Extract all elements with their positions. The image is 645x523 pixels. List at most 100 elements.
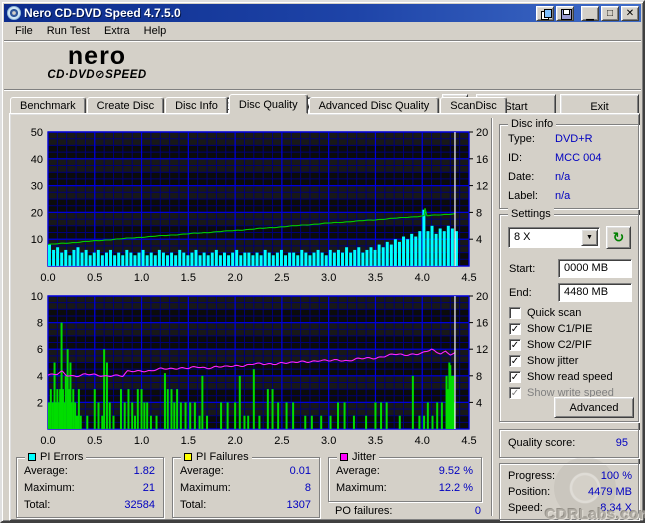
pif-total-label: Total: xyxy=(180,499,207,511)
tab-advanced-disc-quality[interactable]: Advanced Disc Quality xyxy=(308,97,440,114)
app-cd-icon xyxy=(7,6,21,20)
tab-create-disc[interactable]: Create Disc xyxy=(86,97,165,114)
tab-scandisc[interactable]: ScanDisc xyxy=(440,97,507,114)
pi-failures-swatch-icon xyxy=(184,453,192,461)
progress-label: Progress: xyxy=(508,470,556,482)
position-label: Position: xyxy=(508,486,551,498)
panel-divider xyxy=(491,118,493,516)
pif-maximum-value: 8 xyxy=(304,482,311,494)
svg-text:16: 16 xyxy=(476,154,488,166)
refresh-icon: ↻ xyxy=(612,229,625,245)
svg-text:2.5: 2.5 xyxy=(274,435,289,447)
end-position-label: End: xyxy=(509,287,532,299)
refresh-button[interactable]: ↻ xyxy=(606,226,631,249)
disc-id-value: MCC 004 xyxy=(555,152,602,164)
pie-total-label: Total: xyxy=(24,499,51,511)
po-failures-row: PO failures: 0 xyxy=(335,505,481,517)
svg-text:4: 4 xyxy=(476,397,482,409)
svg-text:10: 10 xyxy=(31,291,43,303)
menu-extra[interactable]: Extra xyxy=(97,23,137,39)
close-icon: ✕ xyxy=(625,7,635,19)
svg-text:2.5: 2.5 xyxy=(274,272,289,284)
svg-text:40: 40 xyxy=(31,154,43,166)
checkbox-show-c1-pie[interactable]: ✓ Show C1/PIE xyxy=(509,323,592,335)
window-title: Nero CD-DVD Speed 4.7.5.0 xyxy=(24,6,181,20)
svg-text:0.5: 0.5 xyxy=(87,435,102,447)
tab-benchmark[interactable]: Benchmark xyxy=(10,97,86,114)
end-position-field[interactable]: 4480 MB xyxy=(558,283,632,302)
svg-text:2.0: 2.0 xyxy=(227,272,242,284)
minimize-button[interactable]: ▁ xyxy=(581,5,599,21)
position-value: 4479 MB xyxy=(587,486,632,498)
pif-total-value: 1307 xyxy=(286,499,311,511)
pie-total-value: 32584 xyxy=(124,499,155,511)
tab-strip: Benchmark Create Disc Disc Info Disc Qua… xyxy=(10,94,635,114)
jitter-maximum-label: Maximum: xyxy=(336,482,387,494)
jitter-average-value: 9.52 % xyxy=(438,465,473,477)
advanced-button[interactable]: Advanced xyxy=(554,397,634,418)
checkbox-show-read-speed[interactable]: ✓ Show read speed xyxy=(509,371,613,383)
maximize-button[interactable]: □ xyxy=(601,5,619,21)
cdrlabs-watermark: CDRLabs.com xyxy=(545,506,645,523)
tab-disc-info[interactable]: Disc Info xyxy=(165,97,228,114)
title-bar: Nero CD-DVD Speed 4.7.5.0 ▁ □ ✕ xyxy=(4,4,641,22)
pi-errors-legend: PI Errors xyxy=(25,451,87,463)
start-position-label: Start: xyxy=(509,263,536,275)
svg-text:0.0: 0.0 xyxy=(40,272,55,284)
disc-date-value: n/a xyxy=(555,171,571,183)
tab-disc-quality[interactable]: Disc Quality xyxy=(228,94,308,114)
minimize-icon: ▁ xyxy=(586,10,594,21)
speed-label: Speed: xyxy=(508,502,543,514)
disc-id-label: ID: xyxy=(508,152,523,164)
settings-group: Settings 8 X ▼ ↻ Start: 0000 MB End: 448… xyxy=(499,208,639,422)
menu-file[interactable]: File xyxy=(8,23,40,39)
svg-text:8: 8 xyxy=(476,371,482,383)
checkbox-show-c2-pif[interactable]: ✓ Show C2/PIF xyxy=(509,339,592,351)
svg-text:20: 20 xyxy=(476,291,488,303)
pif-maximum-label: Maximum: xyxy=(180,482,231,494)
svg-text:30: 30 xyxy=(31,181,43,193)
svg-text:50: 50 xyxy=(31,127,43,139)
svg-text:4.5: 4.5 xyxy=(461,272,476,284)
progress-value: 100 % xyxy=(600,470,632,482)
svg-text:4: 4 xyxy=(37,371,43,383)
menu-run-test[interactable]: Run Test xyxy=(40,23,97,39)
checkbox-show-jitter[interactable]: ✓ Show jitter xyxy=(509,355,578,367)
checkbox-quick-scan[interactable]: Quick scan xyxy=(509,307,581,319)
checkbox-icon: ✓ xyxy=(509,371,521,383)
svg-text:1.0: 1.0 xyxy=(134,435,149,447)
scan-speed-select[interactable]: 8 X ▼ xyxy=(508,227,600,248)
svg-text:8: 8 xyxy=(37,318,43,330)
svg-text:1.0: 1.0 xyxy=(134,272,149,284)
jitter-maximum-value: 12.2 % xyxy=(438,482,473,494)
svg-text:2: 2 xyxy=(37,397,43,409)
pi-failures-stats-group: PI Failures Average: 0.01 Maximum: 8 Total… xyxy=(172,451,320,518)
disc-label-label: Label: xyxy=(508,190,538,202)
svg-text:12: 12 xyxy=(476,344,488,356)
pie-average-label: Average: xyxy=(24,465,68,477)
jitter-swatch-icon xyxy=(340,453,348,461)
svg-text:10: 10 xyxy=(31,234,43,246)
chevron-down-icon[interactable]: ▼ xyxy=(581,229,598,246)
svg-text:3.5: 3.5 xyxy=(368,435,383,447)
disc-info-title: Disc info xyxy=(508,118,557,130)
save-button[interactable] xyxy=(556,5,574,21)
app-window: Nero CD-DVD Speed 4.7.5.0 ▁ □ ✕ File Run… xyxy=(0,0,645,523)
disc-date-label: Date: xyxy=(508,171,535,183)
toolbar: nero CD·DVD⊘SPEED [0:0] BENQ DVD DD DW16… xyxy=(4,42,641,120)
svg-text:4: 4 xyxy=(476,234,482,246)
jitter-average-label: Average: xyxy=(336,465,380,477)
quality-score-value: 95 xyxy=(615,437,628,449)
pie-maximum-label: Maximum: xyxy=(24,482,75,494)
start-position-field[interactable]: 0000 MB xyxy=(558,259,632,278)
settings-title: Settings xyxy=(508,208,554,220)
copy-screenshot-button[interactable] xyxy=(536,5,554,21)
nero-logo: nero CD·DVD⊘SPEED xyxy=(47,42,147,82)
close-button[interactable]: ✕ xyxy=(621,5,639,21)
svg-text:2.0: 2.0 xyxy=(227,435,242,447)
svg-text:4.0: 4.0 xyxy=(415,272,430,284)
disc-label-value: n/a xyxy=(555,190,571,202)
svg-text:1.5: 1.5 xyxy=(181,272,196,284)
menu-help[interactable]: Help xyxy=(137,23,174,39)
svg-text:12: 12 xyxy=(476,181,488,193)
